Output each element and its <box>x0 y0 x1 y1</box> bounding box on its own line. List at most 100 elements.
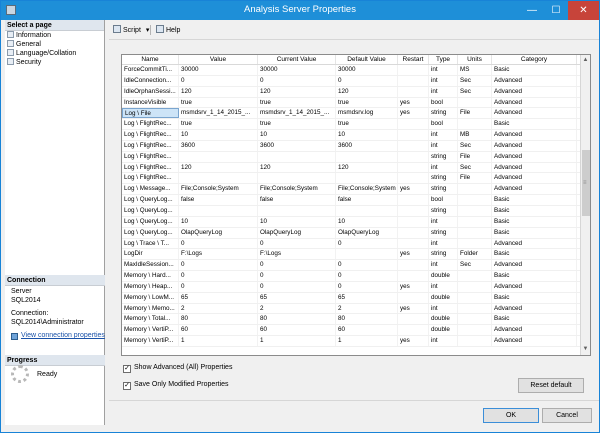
table-row[interactable]: Log \ QueryLog... false false false bool Basi… <box>122 195 590 206</box>
cell-value[interactable]: 120 <box>179 162 258 173</box>
table-row[interactable]: Log \ FlightRec... 10 10 10 int MB Advanced <box>122 130 590 141</box>
table-row[interactable]: Log \ FlightRec... 3600 3600 3600 int Sec Adva… <box>122 140 590 152</box>
table-row[interactable]: Log \ FlightRec... string File Advanced <box>122 151 590 163</box>
cell-value[interactable]: File;Console;System <box>179 184 258 195</box>
table-row[interactable]: Log \ FlightRec... true true true bool Basic <box>122 119 590 131</box>
table-row[interactable]: Memory \ VertiP... 1 1 1 yes int Advanced <box>122 336 590 347</box>
column-header-current-value[interactable]: Current Value <box>258 55 336 64</box>
scroll-down-icon[interactable]: ▼ <box>581 345 590 354</box>
cell-value[interactable]: msmdsrv_1_14_2015_... <box>179 108 258 119</box>
table-row[interactable]: LogDir F:\Logs F:\Logs yes string Folder Basic <box>122 249 590 261</box>
table-row[interactable]: Memory \ VertiP... 60 60 60 double Advanced <box>122 325 590 337</box>
save-modified-option[interactable]: ✓ Save Only Modified Properties <box>123 380 229 390</box>
cell-value[interactable]: 30000 <box>179 65 258 75</box>
table-row[interactable]: Memory \ Hard... 0 0 0 double Basic <box>122 271 590 282</box>
column-header-category[interactable]: Category <box>492 55 577 64</box>
column-header-restart[interactable]: Restart <box>398 55 429 64</box>
cell-name: Memory \ Memo... <box>122 303 179 314</box>
maximize-button[interactable]: ☐ <box>544 1 568 20</box>
cell-value[interactable]: 120 <box>179 86 258 97</box>
scroll-up-icon[interactable]: ▲ <box>581 56 590 65</box>
cell-value[interactable]: false <box>179 195 258 205</box>
cell-category: Advanced <box>492 281 577 292</box>
column-header-type[interactable]: Type <box>429 55 458 64</box>
cell-value[interactable]: 65 <box>179 292 258 303</box>
cell-current-value: 0 <box>258 238 336 249</box>
table-row[interactable]: Log \ File msmdsrv_1_14_2015_... msmdsrv_1… <box>122 108 590 120</box>
cell-value[interactable]: 60 <box>179 325 258 336</box>
table-row[interactable]: Log \ QueryLog... OlapQueryLog OlapQueryLo… <box>122 227 590 239</box>
reset-default-button[interactable]: Reset default <box>518 378 584 393</box>
table-row[interactable]: IdleConnection... 0 0 0 int Sec Advanced <box>122 75 590 87</box>
cell-value[interactable]: 0 <box>179 271 258 281</box>
table-row[interactable]: IdleOrphanSessi... 120 120 120 int Sec Advance… <box>122 86 590 98</box>
cell-value[interactable]: 10 <box>179 216 258 227</box>
cell-value[interactable]: 0 <box>179 238 258 249</box>
table-row[interactable]: Memory \ Heap... 0 0 0 yes int Advanced <box>122 281 590 293</box>
show-advanced-option[interactable]: ✓ Show Advanced (All) Properties <box>123 363 232 373</box>
cell-value[interactable]: 80 <box>179 314 258 325</box>
ok-button[interactable]: OK <box>483 408 539 423</box>
cell-value[interactable] <box>179 151 258 162</box>
script-button[interactable]: Script ▾ <box>113 25 149 35</box>
vertical-scrollbar[interactable]: ▲ ≡ ▼ <box>580 55 590 355</box>
table-row[interactable]: ForceCommitTi... 30000 30000 30000 int MS Basi… <box>122 65 590 76</box>
column-header-units[interactable]: Units <box>458 55 492 64</box>
cell-value[interactable] <box>179 205 258 216</box>
scrollbar-thumb[interactable]: ≡ <box>582 150 590 216</box>
table-row[interactable]: Log \ FlightRec... 120 120 120 int Sec Advance… <box>122 162 590 174</box>
column-header-value[interactable]: Value <box>179 55 258 64</box>
cell-current-value: 80 <box>258 314 336 325</box>
cell-value[interactable]: 0 <box>179 281 258 292</box>
cancel-button[interactable]: Cancel <box>542 408 592 423</box>
cell-value[interactable]: 10 <box>179 130 258 140</box>
cell-type: int <box>429 65 458 75</box>
cell-name: MaxIdleSession... <box>122 260 179 271</box>
table-row[interactable]: Log \ QueryLog... string Basic <box>122 205 590 217</box>
column-header-default-value[interactable]: Default Value <box>336 55 398 64</box>
table-row[interactable]: Log \ Message... File;Console;System File;… <box>122 184 590 196</box>
properties-grid[interactable]: Name Value Current Value Default Value Resta… <box>121 54 591 356</box>
cell-value[interactable]: 0 <box>179 260 258 271</box>
cell-value[interactable]: 3600 <box>179 140 258 151</box>
properties-window: Analysis Server Properties — ☐ ✕ Select … <box>0 0 600 433</box>
cell-value[interactable] <box>179 173 258 184</box>
save-modified-checkbox[interactable]: ✓ <box>123 382 131 390</box>
view-connection-properties-link[interactable]: View connection properties <box>11 332 105 341</box>
close-button[interactable]: ✕ <box>568 1 599 20</box>
table-row[interactable]: MaxIdleSession... 0 0 0 int Sec Advanced <box>122 260 590 272</box>
show-advanced-checkbox[interactable]: ✓ <box>123 365 131 373</box>
page-item-language-collation[interactable]: Language/Collation <box>5 49 104 58</box>
cell-name: Memory \ Total... <box>122 314 179 325</box>
left-pane: Select a page Information General Langua… <box>5 20 105 425</box>
cell-restart: yes <box>398 97 429 108</box>
chevron-down-icon[interactable]: ▾ <box>146 27 150 34</box>
cell-category: Advanced <box>492 162 577 173</box>
cell-restart: yes <box>398 281 429 292</box>
title-bar[interactable]: Analysis Server Properties — ☐ ✕ <box>1 1 599 20</box>
table-row[interactable]: Memory \ Memo... 2 2 2 yes int Advanced <box>122 303 590 315</box>
cell-current-value: 30000 <box>258 65 336 75</box>
cell-value[interactable]: 0 <box>179 75 258 86</box>
page-item-general[interactable]: General <box>5 40 104 49</box>
page-item-security[interactable]: Security <box>5 58 104 67</box>
page-item-information[interactable]: Information <box>5 31 104 40</box>
cell-value[interactable]: 1 <box>179 336 258 346</box>
column-header-name[interactable]: Name <box>122 55 179 64</box>
help-button[interactable]: Help <box>156 25 180 35</box>
table-row[interactable]: InstanceVisible true true true yes bool Advanc… <box>122 97 590 109</box>
cell-value[interactable]: true <box>179 119 258 130</box>
cell-restart <box>398 260 429 271</box>
cell-type: int <box>429 303 458 314</box>
table-row[interactable]: Memory \ LowM... 65 65 65 double Basic <box>122 292 590 304</box>
cell-value[interactable]: true <box>179 97 258 108</box>
minimize-button[interactable]: — <box>520 1 544 20</box>
cell-type: int <box>429 86 458 97</box>
cell-value[interactable]: 2 <box>179 303 258 314</box>
cell-value[interactable]: F:\Logs <box>179 249 258 260</box>
cell-value[interactable]: OlapQueryLog <box>179 227 258 238</box>
table-row[interactable]: Log \ Trace \ T... 0 0 0 int Advanced <box>122 238 590 250</box>
table-row[interactable]: Log \ FlightRec... string File Advanced <box>122 173 590 185</box>
table-row[interactable]: Memory \ Total... 80 80 80 double Basic <box>122 314 590 326</box>
table-row[interactable]: Log \ QueryLog... 10 10 10 int Basic <box>122 216 590 228</box>
